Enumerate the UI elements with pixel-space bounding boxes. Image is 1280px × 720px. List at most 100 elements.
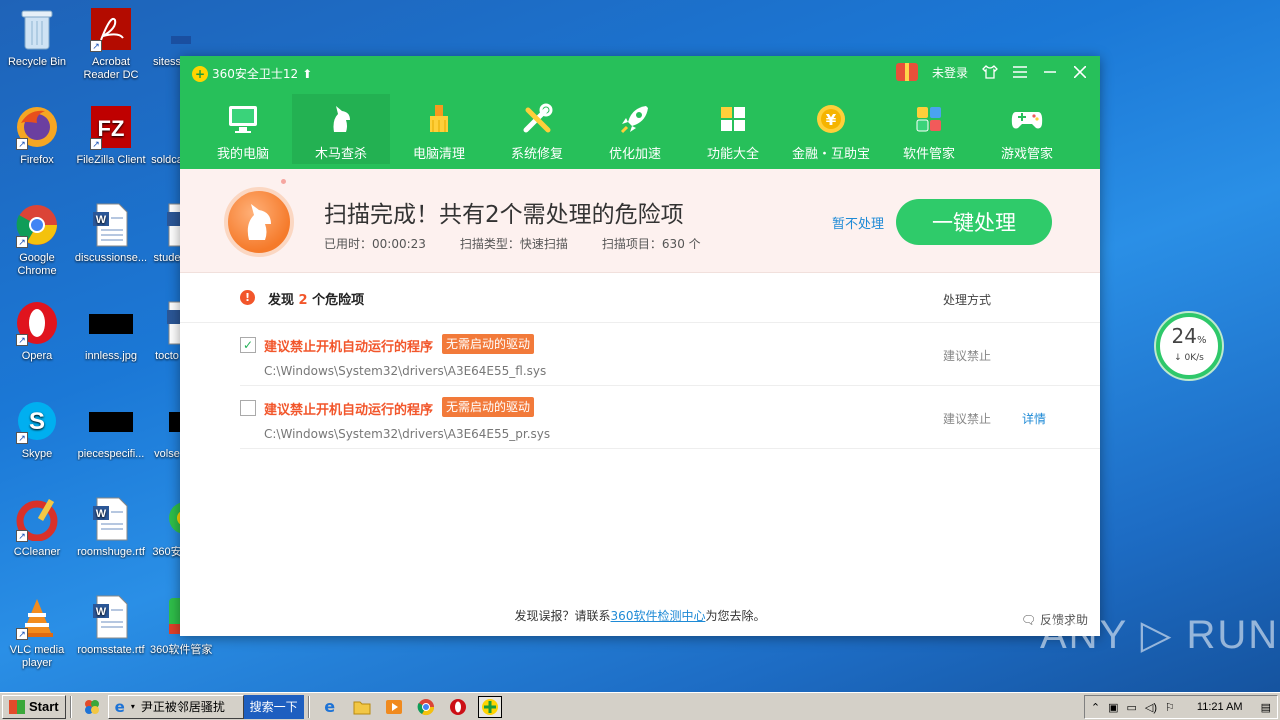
one-click-fix-button[interactable]: 一键处理 [896,199,1052,245]
ie-icon: e [114,697,125,716]
dropdown-arrow-icon: ▾ [130,702,135,711]
file-icon [150,6,196,52]
desktop-icon-word-doc[interactable]: W discussionse... [74,202,148,265]
desktop-icon-ccleaner[interactable]: ↗ CCleaner [0,496,74,559]
tab-speedup[interactable]: 优化加速 [586,94,684,164]
close-icon[interactable] [1072,62,1088,82]
desktop-icon-opera[interactable]: ↗ Opera [0,300,74,363]
skip-link[interactable]: 暂不处理 [832,213,884,232]
upgrade-arrow-icon[interactable]: ⬆ [302,67,312,81]
desktop-icon-image-file[interactable]: innless.jpg [74,300,148,363]
word-document-icon: W [88,496,134,542]
tab-all-features[interactable]: 功能大全 [684,94,782,164]
desktop-icon-acrobat[interactable]: ↗ Acrobat Reader DC [74,6,148,82]
svg-text:W: W [96,606,107,618]
desktop-icon-firefox[interactable]: ↗ Firefox [0,104,74,167]
battery-icon[interactable]: ▭ [1127,701,1137,714]
tab-software-manager[interactable]: 软件管家 [880,94,978,164]
tray-expand-icon[interactable]: ⌃ [1091,701,1100,714]
media-player-icon[interactable] [382,696,406,718]
desktop-icon-label: Opera [21,350,53,362]
skin-icon[interactable] [982,62,998,82]
opera-icon: ↗ [14,300,60,346]
row-checkbox[interactable]: ✓ [240,337,256,353]
login-link[interactable]: 未登录 [932,64,968,81]
desktop-icon-vlc[interactable]: ↗ VLC media player [0,594,74,670]
network-speed-widget[interactable]: 24% ↓ 0K/s [1156,313,1222,379]
scan-result-banner: 扫描完成！共有2个需处理的危险项 已用时：00:00:23 扫描类型：快速扫描 … [180,169,1100,273]
firefox-icon: ↗ [14,104,60,150]
desktop-icon-label: discussionse... [74,252,148,264]
desktop-icon-label: FileZilla Client [76,154,146,166]
desktop-icon-label: Skype [21,448,53,460]
detection-center-link[interactable]: 360软件检测中心 [611,609,706,623]
desktop-icon-chrome[interactable]: ↗ Google Chrome [0,202,74,278]
suggested-action[interactable]: 建议禁止 [943,347,991,364]
details-link[interactable]: 详情 [1022,410,1046,427]
tab-game-manager[interactable]: 游戏管家 [978,94,1076,164]
desktop-icon-file[interactable]: piecespecifi... [74,398,148,461]
app-title-text: 360安全卫士12 [212,67,299,81]
desktop-icon-skype[interactable]: S ↗ Skype [0,398,74,461]
taskbar-search-button[interactable]: 搜索一下 [243,694,304,719]
ie-quicklaunch-icon[interactable]: e [318,696,342,718]
tab-trojan-scan[interactable]: 木马查杀 [292,94,390,164]
folder-icon[interactable] [350,696,374,718]
acrobat-icon: ↗ [88,6,134,52]
desktop-icon-label: Acrobat Reader DC [83,56,139,81]
task-label: 尹正被邻居骚扰 [140,700,225,714]
volume-icon[interactable]: ◁) [1145,701,1157,714]
skype-icon: S ↗ [14,398,60,444]
desktop-icon-label: sitess [152,56,182,68]
tab-label: 系统修复 [510,147,563,162]
gift-icon[interactable] [895,63,918,81]
desktop-icon-tocto[interactable]: tocto [150,300,191,363]
found-summary: 发现 2 个危险项 [268,289,364,308]
threat-row: ✓ 建议禁止开机自动运行的程序 无需启动的驱动 C:\Windows\Syste… [240,324,1100,386]
scan-meta: 已用时：00:00:23 扫描类型：快速扫描 扫描项目：630 个 [324,235,701,252]
360-logo-icon: + [192,65,208,82]
desktop-icon-label: CCleaner [13,546,61,558]
clock[interactable]: 11:21 AM [1197,701,1243,713]
desktop-icon-label: soldca [151,154,183,166]
show-desktop-icon[interactable]: ▤ [1261,701,1271,714]
percent-sign: % [1196,335,1207,346]
action-center-flag-icon[interactable]: ⚐ [1165,701,1175,714]
opera-taskbar-icon[interactable] [446,696,470,718]
chrome-taskbar-icon[interactable] [414,696,438,718]
desktop-icon-label: roomshuge.rtf [77,546,145,558]
tab-system-repair[interactable]: 系统修复 [488,94,586,164]
start-button[interactable]: Start [2,694,66,719]
desktop-icon-360safe[interactable]: 360安 [150,496,191,559]
taskbar-ie-window[interactable]: e ▾ 尹正被邻居骚扰 [107,694,244,719]
desktop-icon-filezilla[interactable]: FZ ↗ FileZilla Client [74,104,148,167]
taskbar-separator [69,695,72,718]
ccleaner-icon: ↗ [14,496,60,542]
desktop-icon-soldca[interactable]: soldca [150,104,184,167]
desktop-icon-sitess[interactable]: sitess [150,6,191,69]
desktop-icon-rtf-2[interactable]: W roomsstate.rtf [74,594,148,657]
360-safe-taskbar-icon[interactable] [477,695,502,718]
gamepad-icon [1011,112,1043,129]
quick-launch-icon[interactable] [80,696,104,718]
warning-icon: ! [240,290,255,305]
tab-label: 优化加速 [608,147,661,162]
desktop-icon-volse[interactable]: volse [150,398,191,461]
desktop-icon-rtf[interactable]: W roomshuge.rtf [74,496,148,559]
desktop-icon-recycle-bin[interactable]: Recycle Bin [0,6,74,69]
network-icon[interactable]: ▣ [1108,701,1118,714]
desktop-icon-label: Firefox [20,154,54,166]
tab-label: 游戏管家 [1000,147,1053,162]
minimize-icon[interactable] [1042,62,1058,82]
word-document-icon: W [88,594,134,640]
tab-cleanup[interactable]: 电脑清理 [390,94,488,164]
app-window: + 360安全卫士12 ⬆ 未登录 我的电脑 木马查杀 电脑清理 系统修复 优化… [180,56,1100,636]
trojan-horse-badge-icon [224,187,294,257]
grid-icon [721,107,745,131]
row-checkbox[interactable] [240,400,256,416]
tab-finance[interactable]: ¥ 金融・互助宝 [782,94,880,164]
suggested-action[interactable]: 建议禁止 [943,410,991,427]
menu-icon[interactable] [1012,62,1028,82]
tab-my-computer[interactable]: 我的电脑 [194,94,292,164]
desktop-icon-stude[interactable]: stude [150,202,191,265]
